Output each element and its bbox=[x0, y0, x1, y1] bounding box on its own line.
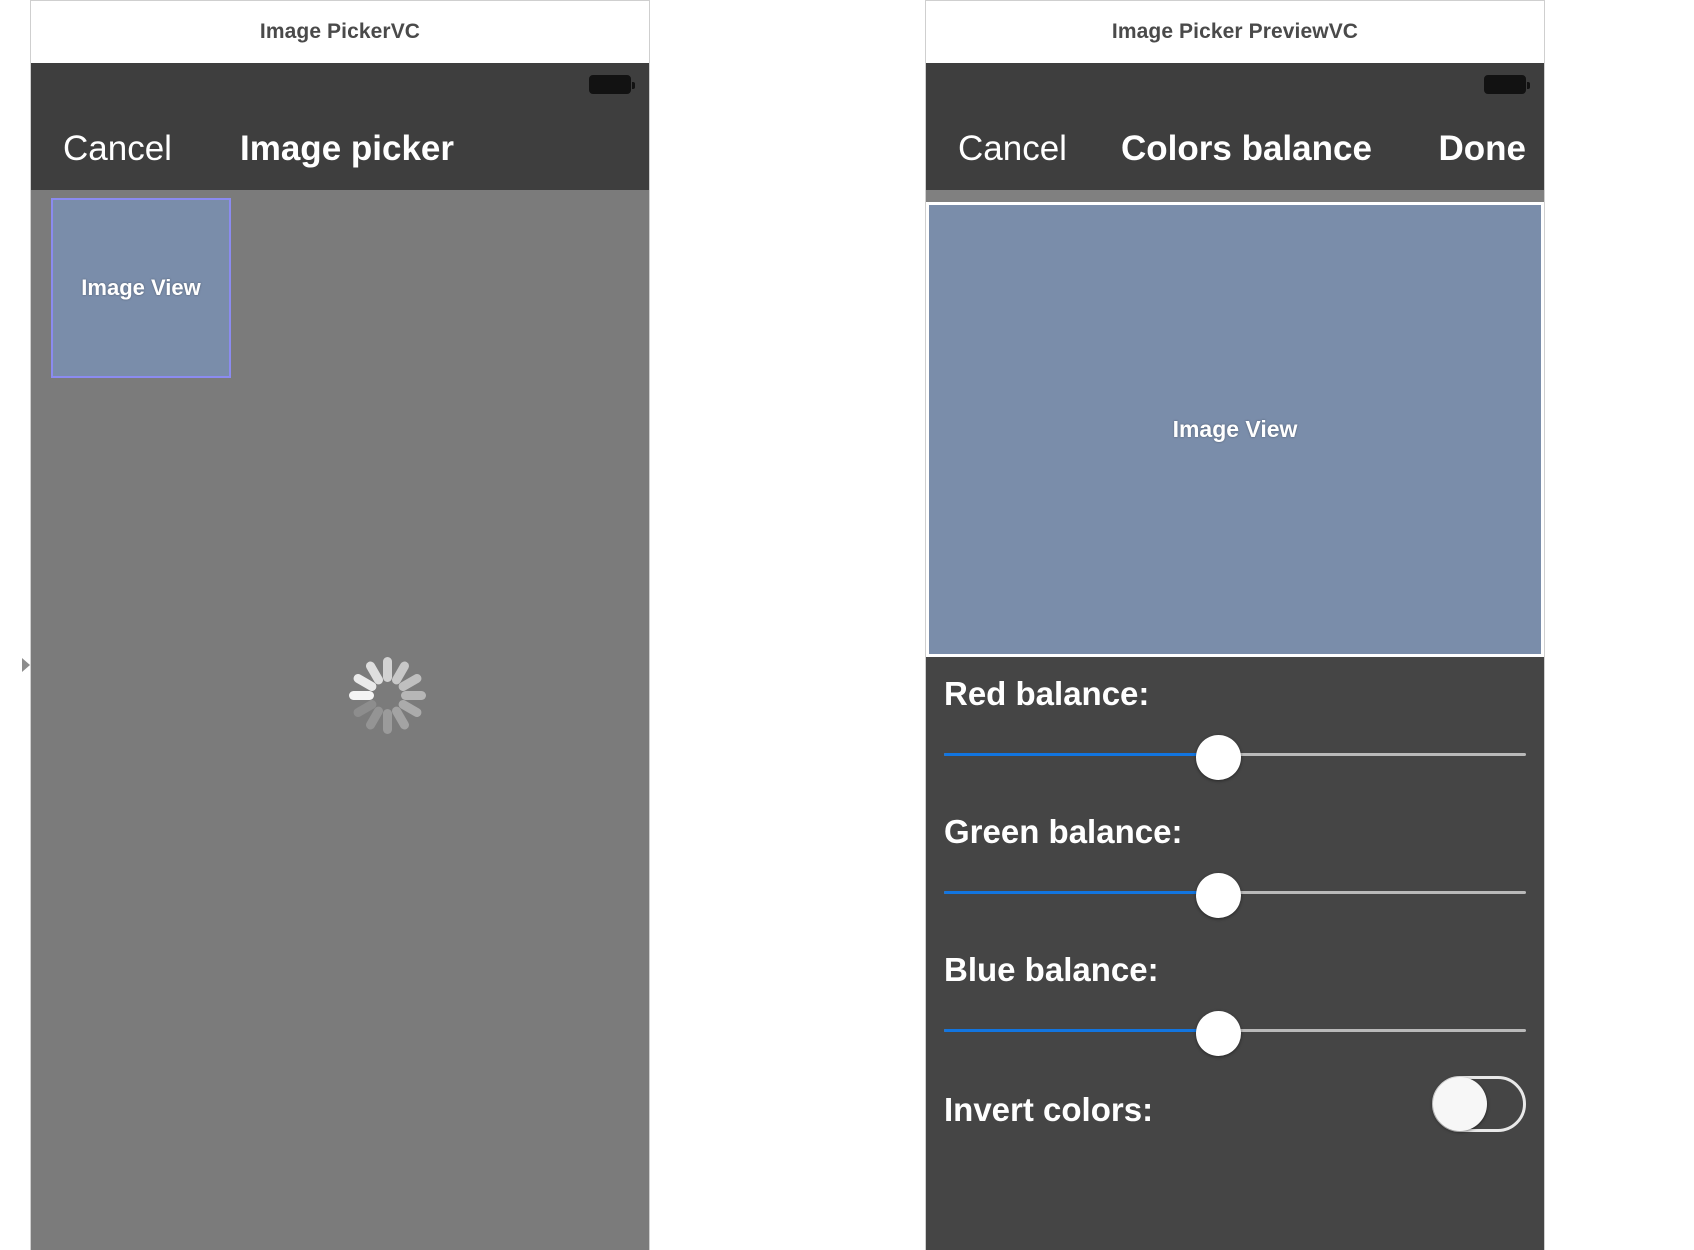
red-balance-control: Red balance: bbox=[944, 675, 1526, 781]
right-navbar-title: Colors balance bbox=[1121, 129, 1372, 169]
invert-colors-control: Invert colors: bbox=[944, 1081, 1526, 1151]
invert-colors-toggle[interactable] bbox=[1432, 1076, 1526, 1132]
spinner-blade bbox=[383, 657, 392, 682]
spinner-blade bbox=[383, 709, 392, 734]
image-view-placeholder[interactable]: Image View bbox=[51, 198, 231, 378]
scene-image-picker-preview-vc[interactable]: Image Picker PreviewVC Cancel Colors bal… bbox=[925, 0, 1545, 1250]
done-button[interactable]: Done bbox=[1439, 129, 1527, 169]
slider-fill bbox=[944, 1029, 1218, 1032]
toggle-thumb bbox=[1433, 1077, 1487, 1131]
activity-spinner-icon bbox=[344, 652, 430, 738]
image-view-label: Image View bbox=[81, 275, 200, 301]
cancel-button[interactable]: Cancel bbox=[958, 129, 1067, 169]
right-navbar-row: Cancel Colors balance Done bbox=[926, 120, 1544, 178]
cancel-button[interactable]: Cancel bbox=[63, 129, 172, 169]
right-content-area: Image View Red balance: Green balance: bbox=[926, 190, 1544, 1250]
spinner-blade bbox=[349, 691, 374, 700]
color-balance-controls-panel: Red balance: Green balance: bbox=[926, 657, 1544, 1250]
left-content-area: Image View bbox=[31, 190, 649, 1250]
blue-balance-control: Blue balance: bbox=[944, 951, 1526, 1057]
slider-fill bbox=[944, 891, 1218, 894]
battery-icon bbox=[1484, 75, 1526, 94]
red-balance-label: Red balance: bbox=[944, 675, 1149, 713]
scene-title-image-picker-preview-vc: Image Picker PreviewVC bbox=[926, 1, 1544, 63]
slider-fill bbox=[944, 753, 1218, 756]
right-triangle-marker-icon bbox=[22, 658, 30, 672]
spinner-blade bbox=[401, 691, 426, 700]
invert-colors-label: Invert colors: bbox=[944, 1091, 1153, 1129]
green-balance-control: Green balance: bbox=[944, 813, 1526, 919]
scene-image-picker-vc[interactable]: Image PickerVC Cancel Image picker Image… bbox=[30, 0, 650, 1250]
preview-image-view[interactable]: Image View bbox=[926, 202, 1544, 657]
scene-title-image-picker-vc: Image PickerVC bbox=[31, 1, 649, 63]
green-balance-label: Green balance: bbox=[944, 813, 1182, 851]
slider-knob[interactable] bbox=[1196, 1011, 1241, 1056]
battery-icon bbox=[589, 75, 631, 94]
left-navbar-row: Cancel Image picker bbox=[31, 120, 649, 178]
blue-balance-label: Blue balance: bbox=[944, 951, 1159, 989]
preview-image-view-label: Image View bbox=[1173, 416, 1298, 443]
left-navigation-bar: Cancel Image picker bbox=[31, 63, 649, 190]
red-balance-slider[interactable] bbox=[944, 737, 1526, 773]
green-balance-slider[interactable] bbox=[944, 875, 1526, 911]
slider-knob[interactable] bbox=[1196, 735, 1241, 780]
left-navbar-title: Image picker bbox=[240, 129, 454, 169]
blue-balance-slider[interactable] bbox=[944, 1013, 1526, 1049]
right-navigation-bar: Cancel Colors balance Done bbox=[926, 63, 1544, 190]
slider-knob[interactable] bbox=[1196, 873, 1241, 918]
storyboard-canvas: Image PickerVC Cancel Image picker Image… bbox=[0, 0, 1694, 1250]
